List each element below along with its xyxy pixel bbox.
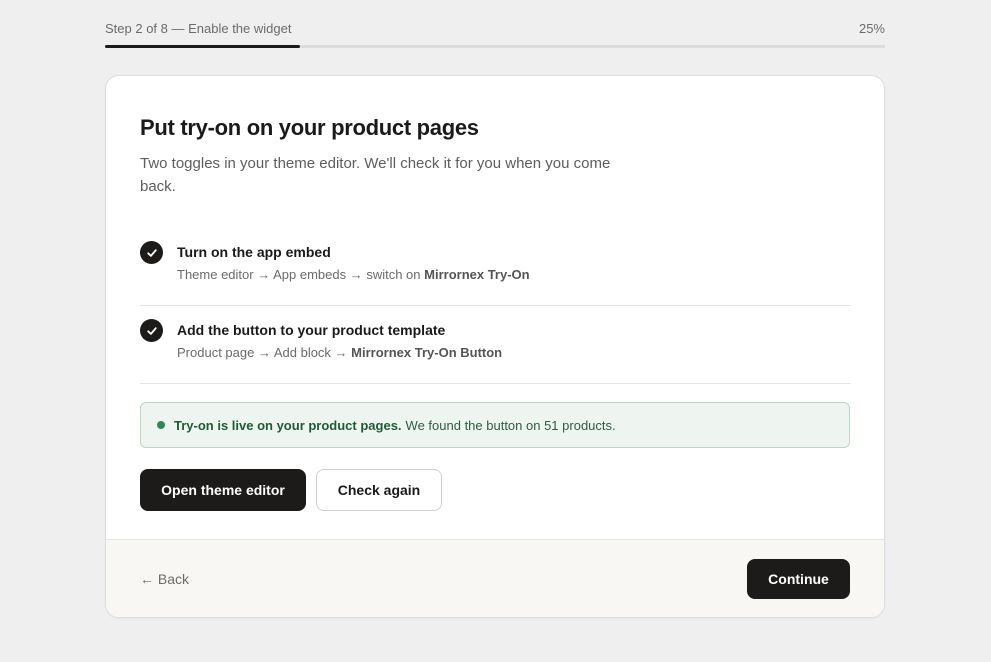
progress-header: Step 2 of 8 — Enable the widget 25%	[105, 18, 885, 48]
checklist-item-desc-path: Product page → Add block →	[177, 345, 348, 360]
checklist-item-desc-target: Mirrornex Try-On	[424, 267, 530, 282]
back-link[interactable]: ← Back	[140, 571, 189, 587]
checklist-item-description: Product page → Add block → Mirrornex Try…	[177, 345, 502, 361]
check-icon	[140, 319, 163, 342]
checklist-item-title: Add the button to your product template	[177, 322, 446, 338]
status-banner-detail: We found the button on 51 products.	[405, 417, 616, 433]
checklist: Turn on the app embed Theme editor → App…	[140, 228, 851, 384]
progress-bar	[105, 45, 885, 48]
page-title: Put try-on on your product pages	[140, 115, 479, 140]
checklist-item-app-embed: Turn on the app embed Theme editor → App…	[140, 228, 851, 306]
setup-card: Put try-on on your product pages Two tog…	[105, 75, 885, 618]
card-footer: ← Back Continue	[106, 539, 884, 617]
checklist-item-text: Turn on the app embed Theme editor → App…	[177, 241, 530, 283]
check-again-button[interactable]: Check again	[316, 469, 442, 511]
checklist-item-product-button: Add the button to your product template …	[140, 306, 851, 384]
checklist-item-desc-target: Mirrornex Try-On Button	[351, 345, 503, 360]
status-banner: Try-on is live on your product pages. We…	[140, 402, 850, 448]
progress-percent: 25%	[858, 20, 885, 36]
checklist-item-title: Turn on the app embed	[177, 244, 331, 260]
page-subtitle: Two toggles in your theme editor. We'll …	[140, 155, 611, 195]
open-theme-editor-button[interactable]: Open theme editor	[140, 469, 306, 511]
status-banner-headline: Try-on is live on your product pages.	[174, 417, 402, 433]
checklist-item-text: Add the button to your product template …	[177, 319, 502, 361]
checklist-item-desc-path: Theme editor → App embeds → switch on	[177, 267, 421, 282]
progress-bar-fill	[105, 45, 300, 48]
action-buttons: Open theme editor Check again	[140, 469, 850, 511]
progress-step-label: Step 2 of 8 — Enable the widget	[105, 20, 292, 36]
check-icon	[140, 241, 163, 264]
checklist-item-description: Theme editor → App embeds → switch on Mi…	[177, 267, 530, 283]
continue-button[interactable]: Continue	[747, 558, 850, 599]
status-dot-icon	[157, 421, 165, 429]
card-body: Put try-on on your product pages Two tog…	[106, 76, 884, 511]
progress-labels: Step 2 of 8 — Enable the widget 25%	[105, 18, 885, 38]
